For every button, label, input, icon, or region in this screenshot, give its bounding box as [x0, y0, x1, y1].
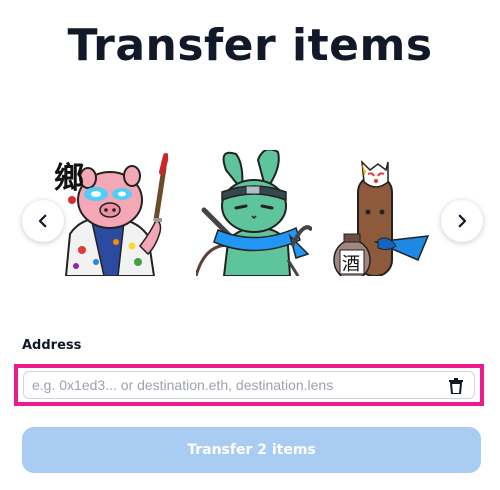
nft-carousel: 鄉 酒 — [0, 150, 500, 280]
address-input-wrapper — [23, 371, 475, 399]
chevron-right-icon — [458, 214, 467, 228]
fox-mask-sake-image: 酒 — [333, 159, 430, 276]
address-input[interactable] — [24, 372, 434, 398]
carousel-next-button[interactable] — [441, 200, 483, 242]
nft-item-pig-painter[interactable]: 鄉 — [52, 150, 168, 276]
nft-item-fox-mask-sake[interactable]: 酒 — [332, 150, 432, 276]
nft-item-green-rabbit-ninja[interactable] — [196, 150, 312, 276]
pig-painter-image: 鄉 — [54, 153, 168, 276]
page-title: Transfer items — [67, 20, 433, 71]
address-label: Address — [22, 338, 82, 353]
clear-address-button[interactable] — [446, 376, 466, 396]
green-rabbit-ninja-image — [196, 150, 312, 276]
trash-icon — [449, 378, 463, 394]
address-field-highlight — [14, 364, 484, 406]
chevron-left-icon — [38, 214, 47, 228]
transfer-items-button[interactable]: Transfer 2 items — [22, 427, 481, 473]
sake-calligraphy-mark: 酒 — [342, 254, 360, 275]
pig-calligraphy-mark: 鄉 — [54, 161, 84, 196]
